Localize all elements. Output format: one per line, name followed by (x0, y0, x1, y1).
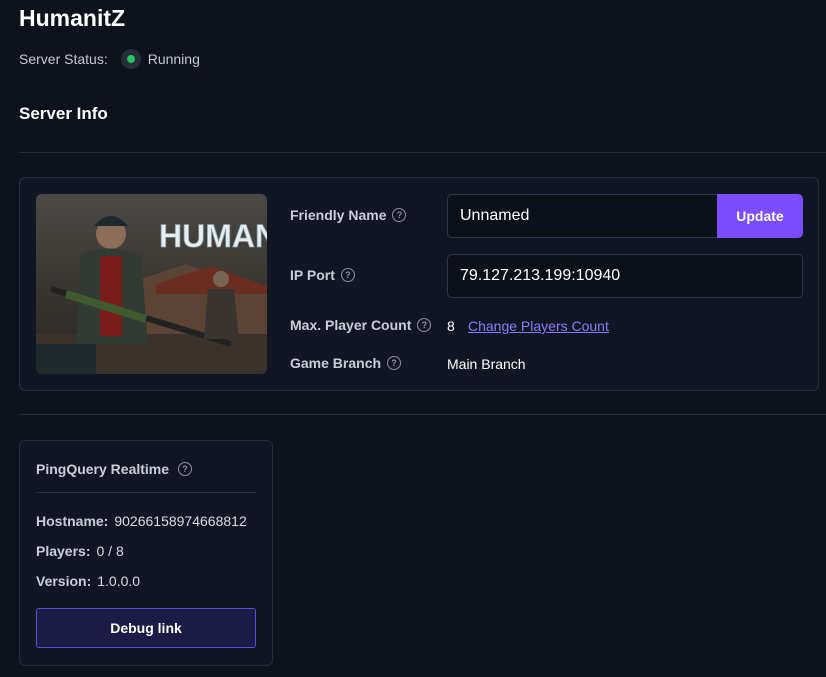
game-branch-value: Main Branch (447, 356, 526, 372)
players-value: 0 / 8 (96, 543, 124, 559)
server-status: Server Status: Running (19, 49, 200, 69)
friendly-name-label: Friendly Name ? (290, 207, 407, 223)
server-page: HumanitZ Server Status: Running Server I… (0, 0, 826, 677)
players-row: Players: 0 / 8 (36, 543, 124, 559)
server-info-card: HUMANITZ Friendly Name ? Update IP Port … (19, 177, 819, 391)
hostname-value: 90266158974668812 (114, 513, 247, 529)
status-indicator (120, 49, 141, 69)
help-icon[interactable]: ? (392, 208, 407, 222)
help-icon[interactable]: ? (340, 268, 355, 282)
ip-port-label-text: IP Port (290, 267, 335, 283)
friendly-name-label-text: Friendly Name (290, 207, 387, 223)
pingquery-card: PingQuery Realtime ? Hostname: 902661589… (19, 440, 273, 666)
game-branch-label: Game Branch ? (290, 355, 402, 371)
status-dot-icon (126, 55, 135, 63)
status-label: Server Status: (19, 51, 108, 67)
debug-link-button[interactable]: Debug link (36, 608, 256, 648)
max-players-label-text: Max. Player Count (290, 317, 412, 333)
ip-port-input[interactable] (447, 254, 803, 298)
pingquery-title-text: PingQuery Realtime (36, 461, 170, 477)
update-button[interactable]: Update (717, 194, 803, 238)
section-title: Server Info (19, 104, 108, 123)
players-label: Players: (36, 543, 91, 559)
change-players-count-link[interactable]: Change Players Count (468, 318, 609, 334)
cover-logo-text: HUMANITZ (159, 218, 267, 254)
hostname-label: Hostname: (36, 513, 109, 529)
divider (36, 492, 256, 493)
help-icon[interactable]: ? (417, 318, 432, 332)
hostname-row: Hostname: 90266158974668812 (36, 513, 247, 529)
max-players-value: 8 (447, 318, 455, 334)
max-players-label: Max. Player Count ? (290, 317, 432, 333)
pingquery-title: PingQuery Realtime ? (36, 461, 193, 477)
divider (19, 152, 826, 153)
version-label: Version: (36, 573, 92, 589)
help-icon[interactable]: ? (387, 356, 402, 370)
page-title: HumanitZ (19, 5, 126, 31)
status-value: Running (147, 51, 200, 67)
version-value: 1.0.0.0 (97, 573, 141, 589)
friendly-name-input[interactable] (447, 194, 719, 238)
version-row: Version: 1.0.0.0 (36, 573, 140, 589)
ip-port-label: IP Port ? (290, 267, 355, 283)
game-cover-image: HUMANITZ (36, 194, 267, 374)
game-branch-label-text: Game Branch (290, 355, 382, 371)
help-icon[interactable]: ? (178, 462, 193, 476)
divider (19, 414, 826, 415)
